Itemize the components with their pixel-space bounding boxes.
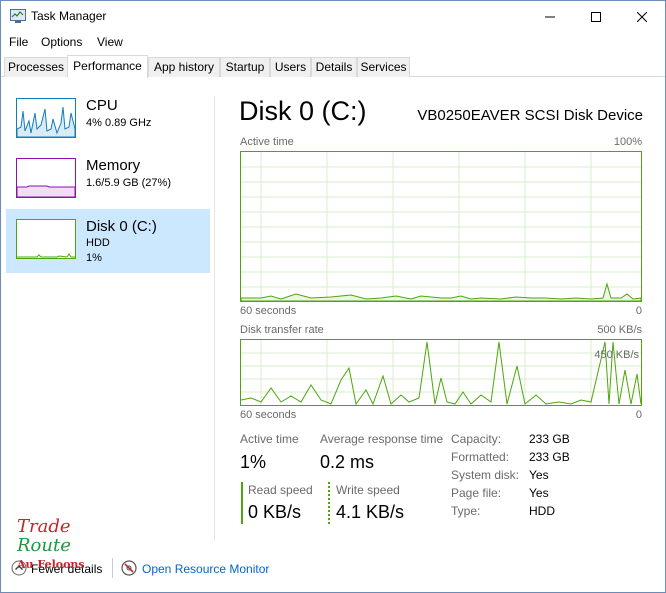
sidebar-item-disk-0[interactable]: Disk 0 (C:) HDD 1% [6, 209, 210, 273]
tab-performance[interactable]: Performance [67, 55, 148, 78]
menu-file[interactable]: File [9, 35, 28, 49]
transfer-rate-graph-label: Disk transfer rate [240, 324, 324, 336]
info-value-system-disk: Yes [529, 468, 549, 482]
tab-app-history[interactable]: App history [148, 57, 220, 77]
active-time-chart [241, 152, 641, 301]
memory-usage-text: 1.6/5.9 GB (27%) [86, 177, 171, 189]
memory-thumbnail-graph [16, 158, 76, 198]
transfer-rate-graph-xmin: 0 [635, 409, 642, 421]
avg-response-label: Average response time [320, 432, 444, 446]
disk-type-text: HDD [86, 237, 110, 249]
menu-view[interactable]: View [97, 35, 123, 49]
tab-processes[interactable]: Processes [4, 57, 68, 77]
footer-divider [112, 558, 113, 578]
resource-sidebar: CPU 4% 0.89 GHz Memory 1.6/5.9 GB (27%) [1, 78, 213, 548]
minimize-button[interactable] [527, 1, 573, 32]
watermark-line-1: Trade [17, 516, 71, 537]
cpu-usage-text: 4% 0.89 GHz [86, 117, 152, 129]
active-time-graph-xmin: 0 [635, 305, 642, 317]
sidebar-item-memory[interactable]: Memory 1.6/5.9 GB (27%) [6, 152, 210, 208]
disk-title: Disk 0 (C:) [86, 218, 157, 235]
cpu-mini-chart [17, 106, 75, 137]
maximize-button[interactable] [573, 1, 619, 32]
sidebar-divider [214, 96, 215, 541]
device-name: VB0250EAVER SCSI Disk Device [417, 107, 643, 124]
read-speed-label: Read speed [248, 483, 313, 497]
performance-content: CPU 4% 0.89 GHz Memory 1.6/5.9 GB (27%) [1, 78, 665, 592]
page-title: Disk 0 (C:) [239, 96, 367, 126]
info-label-system-disk: System disk: [451, 468, 520, 482]
title-bar: Task Manager [1, 1, 665, 32]
task-manager-window: Task Manager File Options View Processes… [0, 0, 666, 593]
disk-thumbnail-graph [16, 219, 76, 259]
disk-usage-text: 1% [86, 252, 102, 264]
task-manager-app-icon [10, 9, 26, 23]
read-speed-value: 0 KB/s [248, 502, 302, 522]
info-value-page-file: Yes [529, 486, 549, 500]
menu-bar: File Options View [1, 32, 665, 52]
info-label-capacity: Capacity: [451, 432, 502, 446]
info-value-type: HDD [529, 504, 555, 518]
avg-response-value: 0.2 ms [320, 452, 375, 472]
tab-services[interactable]: Services [357, 57, 410, 77]
disk-detail-panel: Disk 0 (C:) VB0250EAVER SCSI Disk Device… [239, 78, 643, 548]
trade-route-watermark-logo: Trade Route Au Feloons [17, 517, 85, 574]
active-time-graph [240, 151, 642, 302]
cpu-thumbnail-graph [16, 98, 76, 138]
window-title: Task Manager [31, 9, 107, 23]
minimize-icon [545, 16, 555, 17]
info-value-formatted: 233 GB [529, 450, 570, 464]
close-button[interactable] [619, 1, 665, 32]
write-speed-label: Write speed [336, 483, 400, 497]
write-speed-indicator [328, 482, 330, 524]
tab-users[interactable]: Users [270, 57, 311, 77]
sidebar-item-cpu[interactable]: CPU 4% 0.89 GHz [6, 92, 210, 148]
active-time-value: 1% [240, 452, 267, 472]
info-label-type: Type: [451, 504, 481, 518]
read-speed-indicator [241, 482, 243, 524]
menu-options[interactable]: Options [41, 35, 82, 49]
footer-bar: Fewer details Open Resource Monitor [1, 552, 665, 584]
info-label-formatted: Formatted: [451, 450, 510, 464]
transfer-rate-graph-mid: 450 KB/s [594, 349, 639, 361]
open-resource-monitor-link[interactable]: Open Resource Monitor [142, 562, 269, 576]
active-time-graph-xlabel: 60 seconds [240, 305, 297, 317]
transfer-rate-graph-xlabel: 60 seconds [240, 409, 297, 421]
transfer-rate-chart [241, 340, 641, 405]
maximize-icon [591, 11, 601, 22]
resource-monitor-icon [121, 560, 137, 576]
info-value-capacity: 233 GB [529, 432, 570, 446]
watermark-line-3: Au Feloons [17, 558, 85, 571]
active-time-graph-label: Active time [240, 136, 294, 148]
info-label-page-file: Page file: [451, 486, 502, 500]
tab-strip: Processes Performance App history Startu… [1, 55, 665, 78]
tab-details[interactable]: Details [311, 57, 357, 77]
tab-startup[interactable]: Startup [220, 57, 270, 77]
memory-mini-chart [17, 185, 75, 197]
disk-mini-chart [17, 253, 75, 258]
close-icon [637, 11, 647, 22]
watermark-line-2: Route [17, 535, 71, 556]
memory-title: Memory [86, 157, 141, 174]
active-time-label: Active time [240, 432, 299, 446]
active-time-graph-max: 100% [613, 136, 642, 148]
transfer-rate-graph: 450 KB/s [240, 339, 642, 406]
write-speed-value: 4.1 KB/s [336, 502, 405, 522]
transfer-rate-graph-max: 500 KB/s [597, 324, 642, 336]
cpu-title: CPU [86, 97, 118, 114]
